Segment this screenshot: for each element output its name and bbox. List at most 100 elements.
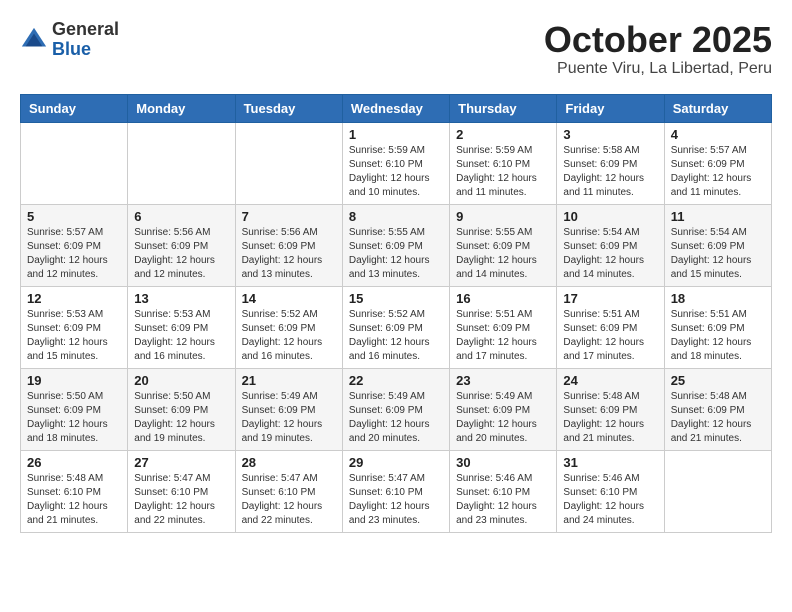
calendar-cell: 4Sunrise: 5:57 AM Sunset: 6:09 PM Daylig…	[664, 122, 771, 204]
weekday-header-saturday: Saturday	[664, 94, 771, 122]
day-info: Sunrise: 5:46 AM Sunset: 6:10 PM Dayligh…	[456, 472, 550, 528]
weekday-header-friday: Friday	[557, 94, 664, 122]
calendar-cell: 19 Sunrise: 5:50 AM Sunset: 6:09 PM Dayli…	[21, 368, 128, 450]
day-number: 9	[456, 209, 550, 224]
day-info: Sunrise: 5:52 AM Sunset: 6:09 PM Dayligh…	[242, 308, 336, 364]
calendar-cell: 17 Sunrise: 5:51 AM Sunset: 6:09 PM Dayli…	[557, 286, 664, 368]
day-number: 4	[671, 127, 765, 142]
calendar-cell: 8 Sunrise: 5:55 AM Sunset: 6:09 PM Daylig…	[342, 204, 449, 286]
calendar-cell: 27Sunrise: 5:47 AM Sunset: 6:10 PM Dayli…	[128, 450, 235, 532]
day-info: Sunrise: 5:53 AM Sunset: 6:09 PM Dayligh…	[27, 308, 121, 364]
day-info: Sunrise: 5:59 AM Sunset: 6:10 PM Dayligh…	[456, 144, 550, 200]
calendar-cell: 11 Sunrise: 5:54 AM Sunset: 6:09 PM Dayli…	[664, 204, 771, 286]
day-info: Sunrise: 5:59 AM Sunset: 6:10 PM Dayligh…	[349, 144, 443, 200]
day-info: Sunrise: 5:47 AM Sunset: 6:10 PM Dayligh…	[349, 472, 443, 528]
day-number: 11	[671, 209, 765, 224]
day-number: 26	[27, 455, 121, 470]
day-info: Sunrise: 5:56 AM Sunset: 6:09 PM Dayligh…	[134, 226, 228, 282]
day-number: 29	[349, 455, 443, 470]
day-info: Sunrise: 5:57 AM Sunset: 6:09 PM Dayligh…	[27, 226, 121, 282]
location-subtitle: Puente Viru, La Libertad, Peru	[544, 60, 772, 78]
calendar-cell: 13 Sunrise: 5:53 AM Sunset: 6:09 PM Dayli…	[128, 286, 235, 368]
day-number: 24	[563, 373, 657, 388]
day-info: Sunrise: 5:50 AM Sunset: 6:09 PM Dayligh…	[134, 390, 228, 446]
calendar-cell: 30Sunrise: 5:46 AM Sunset: 6:10 PM Dayli…	[450, 450, 557, 532]
day-info: Sunrise: 5:55 AM Sunset: 6:09 PM Dayligh…	[349, 226, 443, 282]
title-section: October 2025 Puente Viru, La Libertad, P…	[544, 20, 772, 78]
weekday-header-thursday: Thursday	[450, 94, 557, 122]
day-number: 22	[349, 373, 443, 388]
day-number: 14	[242, 291, 336, 306]
calendar-cell	[235, 122, 342, 204]
day-info: Sunrise: 5:51 AM Sunset: 6:09 PM Dayligh…	[456, 308, 550, 364]
day-info: Sunrise: 5:51 AM Sunset: 6:09 PM Dayligh…	[671, 308, 765, 364]
day-number: 19	[27, 373, 121, 388]
day-number: 10	[563, 209, 657, 224]
calendar-cell: 29 Sunrise: 5:47 AM Sunset: 6:10 PM Dayli…	[342, 450, 449, 532]
logo-general-text: General	[52, 20, 119, 40]
day-info: Sunrise: 5:53 AM Sunset: 6:09 PM Dayligh…	[134, 308, 228, 364]
logo: General Blue	[20, 20, 119, 60]
weekday-header-sunday: Sunday	[21, 94, 128, 122]
day-info: Sunrise: 5:54 AM Sunset: 6:09 PM Dayligh…	[563, 226, 657, 282]
day-info: Sunrise: 5:54 AM Sunset: 6:09 PM Dayligh…	[671, 226, 765, 282]
day-info: Sunrise: 5:55 AM Sunset: 6:09 PM Dayligh…	[456, 226, 550, 282]
calendar-cell: 7Sunrise: 5:56 AM Sunset: 6:09 PM Daylig…	[235, 204, 342, 286]
day-number: 31	[563, 455, 657, 470]
day-number: 28	[242, 455, 336, 470]
day-info: Sunrise: 5:56 AM Sunset: 6:09 PM Dayligh…	[242, 226, 336, 282]
day-number: 8	[349, 209, 443, 224]
day-info: Sunrise: 5:58 AM Sunset: 6:09 PM Dayligh…	[563, 144, 657, 200]
calendar-cell: 3 Sunrise: 5:58 AM Sunset: 6:09 PM Daylig…	[557, 122, 664, 204]
day-info: Sunrise: 5:47 AM Sunset: 6:10 PM Dayligh…	[242, 472, 336, 528]
calendar-cell: 26 Sunrise: 5:48 AM Sunset: 6:10 PM Dayli…	[21, 450, 128, 532]
page-header: General Blue October 2025 Puente Viru, L…	[20, 20, 772, 78]
day-info: Sunrise: 5:48 AM Sunset: 6:09 PM Dayligh…	[671, 390, 765, 446]
calendar-cell: 12 Sunrise: 5:53 AM Sunset: 6:09 PM Dayli…	[21, 286, 128, 368]
day-info: Sunrise: 5:46 AM Sunset: 6:10 PM Dayligh…	[563, 472, 657, 528]
week-row-4: 19 Sunrise: 5:50 AM Sunset: 6:09 PM Dayli…	[21, 368, 772, 450]
day-number: 13	[134, 291, 228, 306]
day-number: 21	[242, 373, 336, 388]
calendar-cell	[21, 122, 128, 204]
day-info: Sunrise: 5:51 AM Sunset: 6:09 PM Dayligh…	[563, 308, 657, 364]
week-row-3: 12 Sunrise: 5:53 AM Sunset: 6:09 PM Dayli…	[21, 286, 772, 368]
week-row-1: 1 Sunrise: 5:59 AM Sunset: 6:10 PM Daylig…	[21, 122, 772, 204]
day-info: Sunrise: 5:48 AM Sunset: 6:09 PM Dayligh…	[563, 390, 657, 446]
calendar-cell	[664, 450, 771, 532]
calendar-cell: 6Sunrise: 5:56 AM Sunset: 6:09 PM Daylig…	[128, 204, 235, 286]
day-info: Sunrise: 5:48 AM Sunset: 6:10 PM Dayligh…	[27, 472, 121, 528]
weekday-header-row: SundayMondayTuesdayWednesdayThursdayFrid…	[21, 94, 772, 122]
logo-blue-text: Blue	[52, 40, 119, 60]
calendar-table: SundayMondayTuesdayWednesdayThursdayFrid…	[20, 94, 772, 533]
calendar-cell: 24 Sunrise: 5:48 AM Sunset: 6:09 PM Dayli…	[557, 368, 664, 450]
calendar-cell: 20 Sunrise: 5:50 AM Sunset: 6:09 PM Dayli…	[128, 368, 235, 450]
weekday-header-monday: Monday	[128, 94, 235, 122]
day-info: Sunrise: 5:49 AM Sunset: 6:09 PM Dayligh…	[349, 390, 443, 446]
day-number: 23	[456, 373, 550, 388]
day-info: Sunrise: 5:50 AM Sunset: 6:09 PM Dayligh…	[27, 390, 121, 446]
day-number: 17	[563, 291, 657, 306]
day-number: 20	[134, 373, 228, 388]
weekday-header-wednesday: Wednesday	[342, 94, 449, 122]
calendar-cell: 21 Sunrise: 5:49 AM Sunset: 6:09 PM Dayli…	[235, 368, 342, 450]
calendar-cell: 16 Sunrise: 5:51 AM Sunset: 6:09 PM Dayli…	[450, 286, 557, 368]
calendar-cell: 22 Sunrise: 5:49 AM Sunset: 6:09 PM Dayli…	[342, 368, 449, 450]
day-info: Sunrise: 5:49 AM Sunset: 6:09 PM Dayligh…	[242, 390, 336, 446]
day-number: 16	[456, 291, 550, 306]
calendar-cell	[128, 122, 235, 204]
calendar-cell: 15Sunrise: 5:52 AM Sunset: 6:09 PM Dayli…	[342, 286, 449, 368]
month-title: October 2025	[544, 20, 772, 60]
logo-icon	[20, 26, 48, 54]
day-number: 1	[349, 127, 443, 142]
day-number: 15	[349, 291, 443, 306]
week-row-5: 26 Sunrise: 5:48 AM Sunset: 6:10 PM Dayli…	[21, 450, 772, 532]
calendar-cell: 23Sunrise: 5:49 AM Sunset: 6:09 PM Dayli…	[450, 368, 557, 450]
calendar-cell: 2Sunrise: 5:59 AM Sunset: 6:10 PM Daylig…	[450, 122, 557, 204]
calendar-cell: 25Sunrise: 5:48 AM Sunset: 6:09 PM Dayli…	[664, 368, 771, 450]
day-number: 12	[27, 291, 121, 306]
weekday-header-tuesday: Tuesday	[235, 94, 342, 122]
day-number: 27	[134, 455, 228, 470]
day-number: 3	[563, 127, 657, 142]
day-number: 18	[671, 291, 765, 306]
